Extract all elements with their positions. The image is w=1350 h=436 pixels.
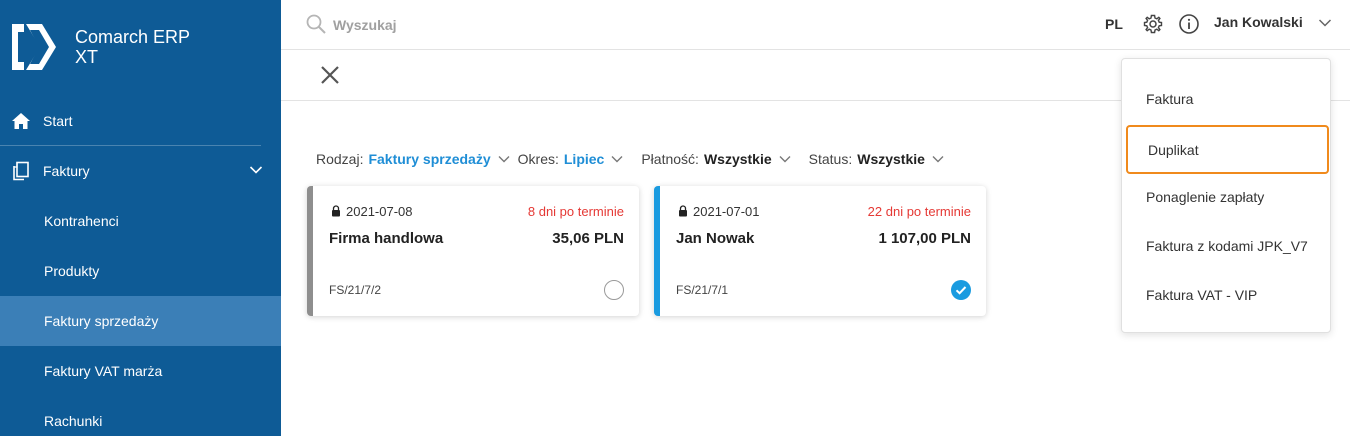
filter-label: Płatność: (641, 151, 699, 167)
sidebar-item-faktury[interactable]: Faktury (0, 146, 281, 196)
filter-label: Status: (808, 151, 853, 167)
menu-item-faktura-vat-vip[interactable]: Faktura VAT - VIP (1122, 270, 1330, 319)
app-name: Comarch ERP XT (75, 27, 190, 67)
menu-item-duplikat[interactable]: Duplikat (1126, 125, 1329, 174)
gear-icon[interactable] (1142, 13, 1164, 35)
menu-item-label: Faktura (1146, 90, 1194, 107)
sidebar-item-faktury-sprzedazy[interactable]: Faktury sprzedaży (0, 296, 281, 346)
sidebar-item-label: Faktury VAT marża (44, 363, 163, 379)
filter-value: Wszystkie (703, 151, 772, 167)
sidebar-item-produkty[interactable]: Produkty (0, 246, 281, 296)
sidebar-item-faktury-vat-marza[interactable]: Faktury VAT marża (0, 346, 281, 396)
invoice-amount: 35,06 PLN (552, 230, 624, 247)
chevron-down-icon (249, 166, 263, 174)
print-menu: Faktura Duplikat Ponaglenie zapłaty Fakt… (1121, 58, 1331, 333)
close-icon[interactable] (320, 65, 340, 85)
menu-item-faktura-jpk-v7[interactable]: Faktura z kodami JPK_V7 (1122, 221, 1330, 270)
invoice-card[interactable]: 2021-07-08 8 dni po terminie Firma handl… (307, 186, 639, 316)
invoice-card[interactable]: 2021-07-01 22 dni po terminie Jan Nowak … (654, 186, 986, 316)
filter-bar: Rodzaj: Faktury sprzedaży Okres: Lipiec … (316, 149, 962, 169)
filter-value: Wszystkie (857, 151, 925, 167)
invoice-date: 2021-07-01 (693, 204, 760, 219)
top-bar: PL Jan Kowalski (281, 0, 1350, 50)
chevron-down-icon (932, 156, 944, 163)
client-name: Jan Nowak (676, 230, 755, 247)
chevron-down-icon[interactable] (1318, 18, 1332, 28)
menu-item-label: Faktura VAT - VIP (1146, 286, 1258, 303)
menu-item-faktura[interactable]: Faktura (1122, 74, 1330, 123)
sidebar-item-rachunki[interactable]: Rachunki (0, 396, 281, 436)
document-number: FS/21/7/2 (329, 283, 382, 297)
sidebar: Comarch ERP XT Start Faktury Kontrahenci (0, 0, 281, 436)
menu-item-label: Faktura z kodami JPK_V7 (1146, 237, 1308, 254)
language-selector[interactable]: PL (1105, 16, 1123, 32)
overdue-label: 8 dni po terminie (527, 204, 624, 219)
menu-item-label: Ponaglenie zapłaty (1146, 188, 1265, 205)
client-name: Firma handlowa (329, 230, 444, 247)
search-icon (306, 14, 326, 34)
filter-value: Lipiec (563, 151, 605, 167)
filter-label: Rodzaj: (316, 151, 364, 167)
info-icon[interactable] (1178, 13, 1200, 35)
search-input[interactable] (333, 13, 633, 37)
sidebar-item-start[interactable]: Start (0, 96, 281, 146)
sidebar-item-label: Start (43, 113, 73, 129)
document-number: FS/21/7/1 (676, 283, 729, 297)
sidebar-item-label: Rachunki (44, 413, 103, 429)
sidebar-nav: Start Faktury Kontrahenci Produkty Faktu… (0, 96, 281, 436)
chevron-down-icon (611, 156, 623, 163)
checkmark-icon (955, 286, 967, 295)
lock-icon (679, 205, 687, 217)
sidebar-item-label: Faktury (43, 163, 90, 179)
documents-icon (13, 161, 29, 181)
invoice-date: 2021-07-08 (346, 204, 413, 219)
filter-okres[interactable]: Okres: Lipiec (518, 151, 624, 167)
invoice-amount: 1 107,00 PLN (878, 230, 971, 247)
chevron-down-icon (498, 156, 510, 163)
chevron-down-icon (779, 156, 791, 163)
sidebar-item-label: Kontrahenci (44, 213, 119, 229)
filter-status[interactable]: Status: Wszystkie (809, 151, 944, 167)
select-checkbox[interactable] (604, 280, 624, 300)
app-name-line2: XT (75, 47, 99, 67)
app-name-line1: Comarch ERP (75, 27, 191, 47)
brand[interactable]: Comarch ERP XT (0, 0, 281, 96)
sidebar-item-kontrahenci[interactable]: Kontrahenci (0, 196, 281, 246)
select-checkbox[interactable] (951, 280, 971, 300)
lock-icon (332, 205, 340, 217)
filter-label: Okres: (517, 151, 559, 167)
filter-rodzaj[interactable]: Rodzaj: Faktury sprzedaży (316, 151, 510, 167)
comarch-logo-icon (12, 24, 56, 70)
sidebar-item-label: Faktury sprzedaży (44, 313, 159, 329)
filter-value: Faktury sprzedaży (368, 151, 491, 167)
user-name[interactable]: Jan Kowalski (1214, 14, 1303, 30)
overdue-label: 22 dni po terminie (867, 204, 971, 219)
menu-item-ponaglenie-zaplaty[interactable]: Ponaglenie zapłaty (1122, 172, 1330, 221)
menu-item-label: Duplikat (1148, 141, 1199, 158)
sidebar-item-label: Produkty (44, 263, 100, 279)
home-icon (12, 113, 30, 129)
filter-platnosc[interactable]: Płatność: Wszystkie (641, 151, 791, 167)
